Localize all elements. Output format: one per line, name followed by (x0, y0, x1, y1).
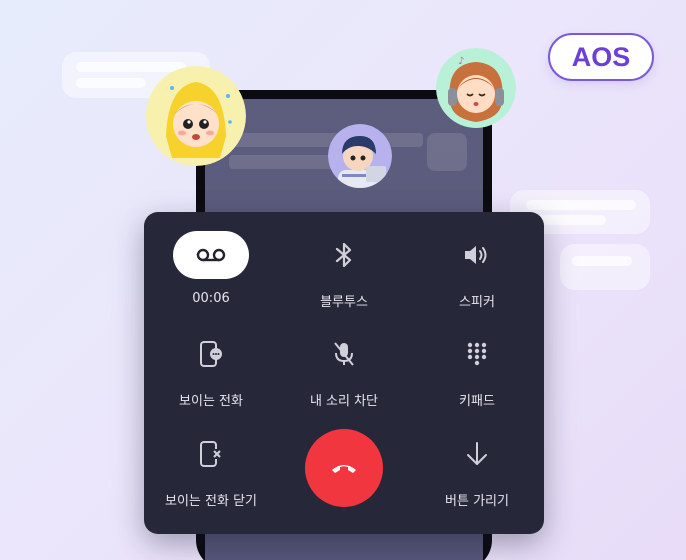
avatar: ♪ (436, 48, 516, 128)
keypad-icon (467, 342, 487, 366)
close-visible-call-button[interactable]: 보이는 전화 닫기 (146, 430, 276, 509)
speaker-icon (465, 246, 487, 264)
background-bubble (560, 244, 650, 290)
bluetooth-label: 블루투스 (320, 295, 368, 310)
visible-call-label: 보이는 전화 (179, 394, 243, 409)
hangup-icon (332, 465, 356, 473)
end-call-button[interactable] (305, 429, 383, 507)
speaker-label: 스피커 (459, 295, 495, 310)
bluetooth-icon (335, 242, 352, 268)
close-visible-call-label: 보이는 전화 닫기 (165, 494, 257, 509)
record-timer: 00:06 (192, 291, 230, 306)
phone-close-icon (200, 441, 222, 467)
record-button[interactable]: 00:06 (146, 231, 276, 306)
svg-text:♪: ♪ (458, 56, 464, 67)
keypad-label: 키패드 (459, 394, 495, 409)
mic-off-icon (334, 342, 354, 366)
speaker-button[interactable]: 스피커 (412, 231, 542, 310)
arrow-down-icon (467, 442, 487, 465)
platform-badge-label: AOS (571, 41, 631, 72)
bluetooth-button[interactable]: 블루투스 (279, 231, 409, 310)
hide-buttons-button[interactable]: 버튼 가리기 (412, 430, 542, 509)
keypad-button[interactable]: 키패드 (412, 330, 542, 409)
avatar (328, 124, 392, 188)
call-controls-panel: 00:06 블루투스 스피커 보이는 전화 내 소리 차단 키패드 보이는 전화… (144, 212, 544, 534)
mute-label: 내 소리 차단 (309, 394, 379, 409)
avatar (146, 66, 246, 166)
mute-button[interactable]: 내 소리 차단 (279, 330, 409, 409)
visible-call-button[interactable]: 보이는 전화 (146, 330, 276, 409)
hide-buttons-label: 버튼 가리기 (445, 494, 509, 509)
platform-badge: AOS (548, 33, 654, 81)
voicemail-icon (196, 248, 226, 262)
phone-chat-icon (200, 341, 222, 367)
